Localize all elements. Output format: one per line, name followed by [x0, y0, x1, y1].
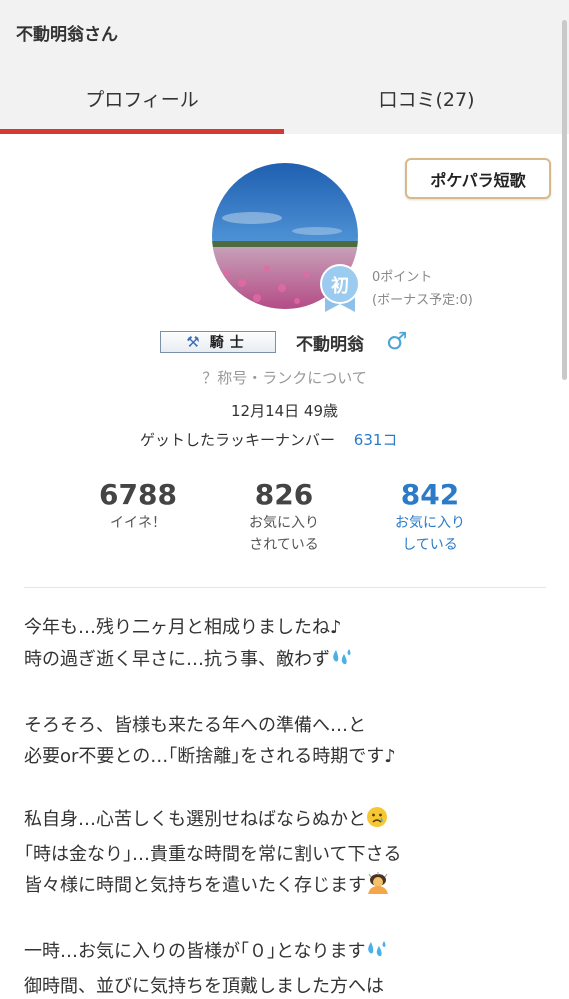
tab-reviews[interactable]: 口コミ(27) — [284, 62, 569, 134]
bio-line: 一時…お気に入りの皆様が｢０｣となります — [24, 941, 366, 962]
stat-favoriting-value[interactable]: 842 — [370, 478, 490, 512]
bio-line: 時の過ぎ逝く早さに…抗う事、敵わず — [24, 648, 330, 670]
bio-paragraph: 一時…お気に入りの皆様が｢０｣となります 御時間、並びに気持ちを頂戴しました方へ… — [24, 936, 554, 999]
stat-likes: 6788 イイネ！ — [78, 478, 198, 534]
bio-line: 今年も…残り二ヶ月と相成りましたね♪ — [24, 617, 342, 638]
male-icon: ♂ — [386, 327, 408, 355]
stat-favorited-by-value: 826 — [254, 478, 314, 511]
page-header: 不動明翁さん — [0, 0, 569, 62]
bio-line: そろそろ、皆様も来たる年への準備へ…と — [24, 714, 366, 736]
sweat-drops-icon — [330, 647, 352, 679]
stat-likes-label: イイネ！ — [110, 515, 166, 531]
bio-line: ｢時は金なり｣…貴重な時間を常に割いて下さる — [24, 843, 402, 865]
stat-favorited-by-label1: お気に入り — [249, 515, 319, 531]
bio-paragraph: 今年も…残り二ヶ月と相成りましたね♪ 時の過ぎ逝く早さに…抗う事、敵わず — [24, 612, 554, 678]
bio-paragraph: 私自身…心苦しくも選別せねばならぬかと ｢時は金なり｣…貴重な時間を常に割いて下… — [24, 804, 554, 905]
bio-paragraph: そろそろ、皆様も来たる年への準備へ…と 必要or不要との…｢断捨離｣をされる時期… — [24, 710, 554, 773]
badge-text: 初 — [331, 276, 349, 297]
stat-favorited-by: 826 お気に入り されている — [224, 478, 344, 556]
bio-line: 皆々様に時間と気持ちを遣いたく存じます — [24, 875, 366, 896]
lucky-number-link[interactable]: 631コ — [354, 431, 398, 449]
beginner-badge: 初 — [319, 262, 361, 314]
user-name: 不動明翁 — [296, 335, 364, 355]
rank-help-link[interactable]: ？称号・ランクについて — [0, 367, 569, 388]
crossed-swords-icon: ⚒ — [186, 333, 200, 351]
bio-line: 私自身…心苦しくも選別せねばならぬかと — [24, 809, 366, 830]
page-title: 不動明翁さん — [16, 25, 118, 45]
bio-line: 御時間、並びに気持ちを頂戴しました方へは — [24, 975, 384, 997]
stat-favoriting[interactable]: 842 お気に入り している — [370, 478, 490, 556]
points-value: 0ポイント — [372, 270, 433, 285]
points-info: 0ポイント (ボーナス予定:0) — [372, 266, 473, 312]
tab-bar: プロフィール 口コミ(27) — [0, 62, 569, 134]
sweat-drops-icon — [365, 939, 387, 971]
divider — [24, 587, 546, 588]
rank-title: 騎士 — [209, 335, 250, 351]
rank-plate: ⚒ 騎士 — [160, 331, 276, 353]
lucky-number-row: ゲットしたラッキーナンバー 631コ — [140, 429, 397, 450]
rank-row: ⚒ 騎士 不動明翁 ♂ — [0, 327, 569, 355]
birthday-age: 12月14日 49歳 — [230, 402, 339, 420]
profile-bio: 今年も…残り二ヶ月と相成りましたね♪ 時の過ぎ逝く早さに…抗う事、敵わず そろそ… — [24, 612, 554, 999]
scrollbar[interactable] — [562, 20, 567, 380]
stat-favorited-by-label2: されている — [249, 537, 319, 553]
lucky-number-label: ゲットしたラッキーナンバー — [140, 431, 336, 449]
crying-face-icon — [366, 806, 388, 839]
bowing-person-icon — [366, 872, 390, 905]
stat-likes-value: 6788 — [99, 478, 177, 511]
tab-profile[interactable]: プロフィール — [0, 62, 284, 134]
bonus-value: (ボーナス予定:0) — [372, 293, 473, 308]
bio-line: 必要or不要との…｢断捨離｣をされる時期です♪ — [24, 746, 396, 767]
stat-favoriting-label2[interactable]: している — [370, 534, 490, 556]
stat-favoriting-label1[interactable]: お気に入り — [370, 512, 490, 534]
tanka-button[interactable]: ポケパラ短歌 — [405, 158, 551, 199]
